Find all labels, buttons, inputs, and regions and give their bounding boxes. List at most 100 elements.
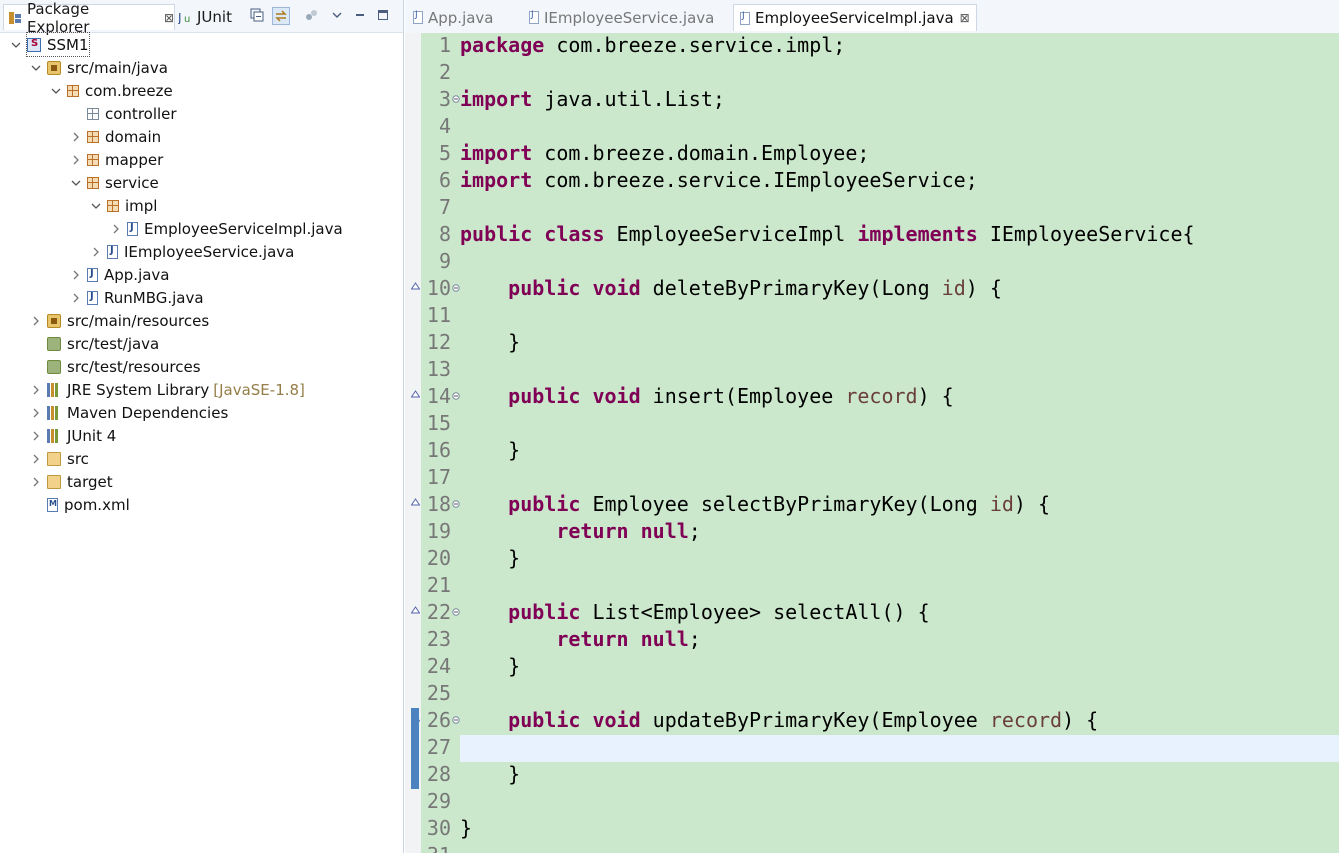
chevron-right-icon[interactable]	[30, 407, 42, 419]
implements-marker-icon[interactable]	[410, 606, 421, 617]
chevron-down-icon[interactable]	[10, 39, 22, 51]
chevron-right-icon[interactable]	[30, 315, 42, 327]
java-file-icon	[107, 244, 118, 259]
chevron-down-icon[interactable]	[30, 62, 42, 74]
chevron-right-icon[interactable]	[90, 246, 102, 258]
editor-tab-app-java[interactable]: App.java	[413, 4, 494, 31]
keyword-token: public	[508, 384, 581, 408]
chevron-right-icon[interactable]	[110, 223, 122, 235]
tree-item-label: Maven Dependencies	[67, 403, 229, 422]
java-file-icon	[127, 221, 138, 236]
code-line: }	[460, 438, 520, 462]
tree-item[interactable]: com.breeze	[67, 79, 173, 102]
svg-text:u: u	[184, 14, 190, 24]
keyword-token: public	[508, 492, 581, 516]
collapse-all-button[interactable]	[249, 7, 265, 23]
fold-collapse-icon[interactable]	[452, 95, 460, 106]
editor-tab-employeeserviceimpl-java[interactable]: EmployeeServiceImpl.java ⊠	[733, 4, 977, 31]
tab-junit[interactable]: Ju JUnit	[177, 4, 232, 30]
code-token: }	[460, 546, 521, 570]
tree-item[interactable]: EmployeeServiceImpl.java	[127, 217, 343, 240]
maximize-button[interactable]	[375, 7, 391, 23]
tree-item[interactable]: mapper	[87, 148, 163, 171]
focus-button[interactable]	[303, 7, 319, 23]
tree-item[interactable]: src/test/java	[47, 332, 159, 355]
line-number: 19	[426, 519, 451, 543]
fold-collapse-icon[interactable]	[452, 608, 460, 619]
fold-collapse-icon[interactable]	[452, 716, 460, 727]
tree-item[interactable]: src/main/java	[47, 56, 168, 79]
tree-item[interactable]: Maven Dependencies	[47, 401, 228, 424]
keyword-token: public	[508, 276, 581, 300]
code-line: public class EmployeeServiceImpl impleme…	[460, 222, 1195, 246]
chevron-right-icon[interactable]	[30, 384, 42, 396]
tab-package-explorer[interactable]: Package Explorer ⊠	[3, 0, 175, 36]
view-menu-button[interactable]	[329, 7, 345, 23]
minimize-button[interactable]	[352, 7, 368, 23]
tree-item[interactable]: src/test/resources	[47, 355, 201, 378]
tree-item[interactable]: src	[47, 447, 89, 470]
tree-item[interactable]: RunMBG.java	[87, 286, 204, 309]
tree-item-label: com.breeze	[85, 81, 173, 100]
source-folder-icon	[47, 60, 61, 75]
chevron-right-icon[interactable]	[70, 154, 82, 166]
tree-item[interactable]: domain	[87, 125, 161, 148]
close-icon[interactable]: ⊠	[164, 11, 174, 25]
code-token: ) {	[965, 276, 1002, 300]
code-token: java.util.List;	[532, 87, 725, 111]
tree-item[interactable]: service	[87, 171, 159, 194]
chevron-right-icon[interactable]	[30, 430, 42, 442]
line-number: 22	[426, 600, 451, 624]
code-token: com.breeze.service.impl;	[544, 33, 846, 57]
tree-item[interactable]: IEmployeeService.java	[107, 240, 294, 263]
editor-tab-label: App.java	[428, 8, 494, 27]
tree-item[interactable]: JUnit 4	[47, 424, 116, 447]
line-number: 30	[426, 816, 451, 840]
editor-tab-iemployeeservice-java[interactable]: IEmployeeService.java	[529, 4, 714, 31]
chevron-right-icon[interactable]	[30, 476, 42, 488]
tree-item-label: RunMBG.java	[104, 288, 204, 307]
chevron-right-icon[interactable]	[70, 292, 82, 304]
tree-item[interactable]: SSM1	[26, 32, 90, 57]
line-number: 25	[426, 681, 451, 705]
link-with-editor-button[interactable]	[272, 7, 290, 25]
code-token: }	[460, 438, 521, 462]
tree-item[interactable]: impl	[107, 194, 157, 217]
code-line: public void updateByPrimaryKey(Employee …	[460, 708, 1098, 732]
code-area[interactable]: 1 2 3 4 5 6 7 8 9 10 11 12 13 14 15 16 17 18 19 20 21 22 23 24 2…	[405, 33, 1339, 853]
library-icon	[47, 428, 61, 443]
tree-item[interactable]: target	[47, 470, 113, 493]
chevron-right-icon[interactable]	[30, 453, 42, 465]
tree-item[interactable]: controller	[87, 102, 177, 125]
fold-collapse-icon[interactable]	[452, 392, 460, 403]
fold-collapse-icon[interactable]	[452, 500, 460, 511]
tree-item[interactable]: pom.xml	[47, 493, 130, 516]
focus-icon	[306, 10, 317, 20]
tree-item[interactable]: JRE System Library [JavaSE-1.8]	[47, 378, 305, 401]
line-number: 17	[426, 465, 451, 489]
line-number: 31	[421, 843, 451, 853]
chevron-down-icon[interactable]	[90, 200, 102, 212]
implements-marker-icon[interactable]	[410, 282, 421, 293]
keyword-token: import	[460, 141, 533, 165]
tree-item[interactable]: App.java	[87, 263, 170, 286]
implements-marker-icon[interactable]	[410, 498, 421, 509]
line-number: 23	[426, 627, 451, 651]
fold-collapse-icon[interactable]	[452, 284, 460, 295]
keyword-token: void	[592, 708, 641, 732]
close-icon[interactable]: ⊠	[960, 11, 970, 25]
chevron-down-icon[interactable]	[70, 177, 82, 189]
line-number: 27	[426, 735, 451, 759]
selection-range-indicator	[411, 708, 419, 789]
chevron-right-icon[interactable]	[70, 131, 82, 143]
tree-item[interactable]: src/main/resources	[47, 309, 209, 332]
code-token: }	[460, 330, 521, 354]
java-file-icon	[87, 290, 98, 305]
chevron-down-icon[interactable]	[50, 85, 62, 97]
chevron-right-icon[interactable]	[70, 269, 82, 281]
implements-marker-icon[interactable]	[410, 390, 421, 401]
editor-tab-label: IEmployeeService.java	[544, 8, 715, 27]
